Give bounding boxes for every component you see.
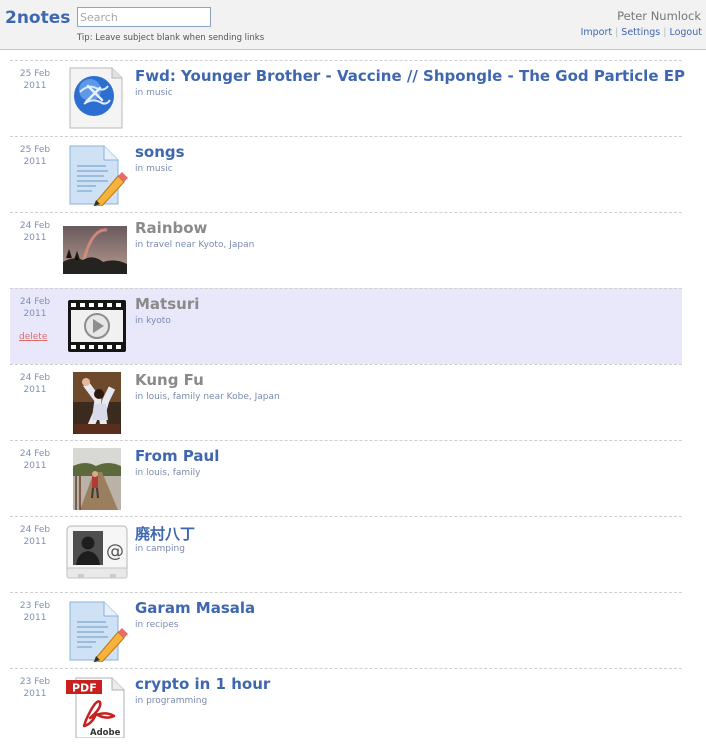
- note-meta: in kyoto: [135, 316, 171, 326]
- note-meta: in recipes: [135, 620, 179, 630]
- note-date: 25 Feb 2011: [10, 68, 60, 92]
- note-row[interactable]: 24 Feb 2011 @ 廃村八丁 in camping: [10, 516, 682, 592]
- walkway-photo-thumbnail[interactable]: [66, 446, 128, 510]
- note-date-day: 25 Feb: [19, 145, 51, 155]
- note-date: 24 Feb 2011: [10, 296, 60, 320]
- web-link-icon[interactable]: [66, 66, 128, 130]
- notes-list: 25 Feb 2011 Fwd: Younger Brother - Vacci…: [10, 60, 685, 744]
- note-date: 23 Feb 2011: [10, 600, 60, 624]
- note-row[interactable]: 24 Feb 2011 Rainbow in travel near Kyoto…: [10, 212, 682, 288]
- note-row[interactable]: 24 Feb 2011 From Paul in louis, family: [10, 440, 682, 516]
- note-date-day: 25 Feb: [19, 69, 51, 79]
- adobe-label: Adobe: [90, 728, 121, 738]
- note-date-year: 2011: [23, 537, 47, 547]
- note-date: 24 Feb 2011: [10, 220, 60, 244]
- note-date-year: 2011: [23, 461, 47, 471]
- note-meta: in louis, family near Kobe, Japan: [135, 392, 280, 402]
- note-row[interactable]: 24 Feb 2011 delete Matsuri in kyoto: [10, 288, 682, 364]
- link-separator: |: [663, 27, 667, 38]
- note-title[interactable]: crypto in 1 hour: [135, 675, 270, 693]
- note-title[interactable]: From Paul: [135, 447, 219, 465]
- note-date-day: 23 Feb: [19, 601, 51, 611]
- link-separator: |: [615, 27, 619, 38]
- note-row[interactable]: 24 Feb 2011 Kung Fu in louis, family nea…: [10, 364, 682, 440]
- note-row[interactable]: 23 Feb 2011 Garam Masala in recipes: [10, 592, 682, 668]
- search-input[interactable]: [77, 7, 211, 27]
- pdf-label: PDF: [72, 682, 97, 695]
- note-date-day: 24 Feb: [19, 221, 51, 231]
- note-date-year: 2011: [23, 81, 47, 91]
- import-link[interactable]: Import: [581, 27, 613, 38]
- note-title[interactable]: songs: [135, 143, 185, 161]
- note-date-day: 24 Feb: [19, 525, 51, 535]
- note-title[interactable]: Fwd: Younger Brother - Vaccine // Shpong…: [135, 67, 685, 85]
- account-links: Import | Settings | Logout: [581, 27, 702, 38]
- note-date-year: 2011: [23, 689, 47, 699]
- note-date-year: 2011: [23, 309, 47, 319]
- note-row[interactable]: 25 Feb 2011 Fwd: Younger Brother - Vacci…: [10, 60, 685, 136]
- note-title[interactable]: Rainbow: [135, 219, 207, 237]
- note-meta: in camping: [135, 544, 185, 554]
- rainbow-photo-thumbnail[interactable]: [63, 218, 128, 282]
- note-date-year: 2011: [23, 385, 47, 395]
- pdf-file-icon[interactable]: PDF Adobe: [66, 674, 128, 738]
- note-row[interactable]: 25 Feb 2011 songs in music: [10, 136, 682, 212]
- note-date: 24 Feb 2011: [10, 448, 60, 472]
- delete-link[interactable]: delete: [19, 332, 47, 342]
- note-date-year: 2011: [23, 157, 47, 167]
- logout-link[interactable]: Logout: [669, 27, 702, 38]
- note-date: 23 Feb 2011: [10, 676, 60, 700]
- note-meta: in travel near Kyoto, Japan: [135, 240, 255, 250]
- svg-text:@: @: [106, 541, 124, 562]
- note-meta: in music: [135, 164, 173, 174]
- search-tip: Tip: Leave subject blank when sending li…: [77, 33, 265, 43]
- text-document-icon[interactable]: [66, 142, 128, 206]
- note-date-day: 23 Feb: [19, 677, 51, 687]
- note-row[interactable]: 23 Feb 2011 PDF Adobe crypto in 1 hour i…: [10, 668, 682, 744]
- settings-link[interactable]: Settings: [621, 27, 660, 38]
- app-header: 2notes Tip: Leave subject blank when sen…: [0, 0, 706, 50]
- kung-fu-photo-thumbnail[interactable]: [66, 370, 128, 434]
- app-logo[interactable]: 2notes: [5, 8, 70, 28]
- contact-card-icon[interactable]: @: [66, 522, 128, 586]
- note-date-year: 2011: [23, 233, 47, 243]
- note-date: 24 Feb 2011: [10, 524, 60, 548]
- note-date: 24 Feb 2011: [10, 372, 60, 396]
- note-date-day: 24 Feb: [19, 373, 51, 383]
- note-title[interactable]: Kung Fu: [135, 371, 204, 389]
- note-date-day: 24 Feb: [19, 449, 51, 459]
- video-file-icon[interactable]: [66, 294, 128, 358]
- note-meta: in music: [135, 88, 173, 98]
- note-meta: in louis, family: [135, 468, 201, 478]
- note-date: 25 Feb 2011: [10, 144, 60, 168]
- user-name: Peter Numlock: [617, 9, 701, 23]
- note-title[interactable]: Matsuri: [135, 295, 199, 313]
- note-date-year: 2011: [23, 613, 47, 623]
- note-title[interactable]: 廃村八丁: [135, 523, 195, 544]
- note-meta: in programming: [135, 696, 208, 706]
- text-document-icon[interactable]: [66, 598, 128, 662]
- note-date-day: 24 Feb: [19, 297, 51, 307]
- note-title[interactable]: Garam Masala: [135, 599, 255, 617]
